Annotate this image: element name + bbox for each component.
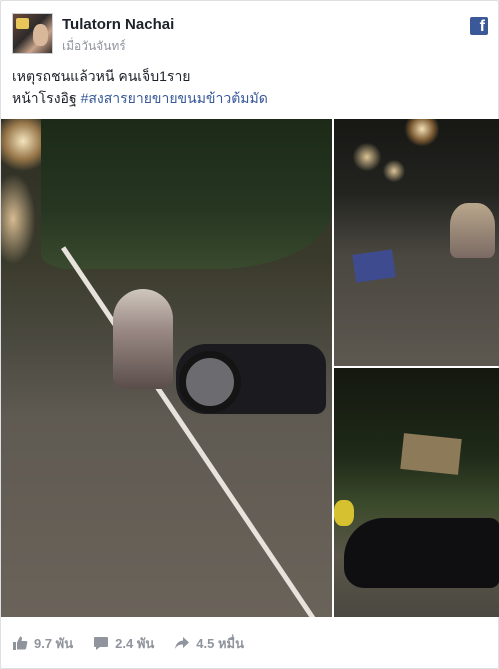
post-timestamp[interactable]: เมื่อวันจันทร์: [62, 37, 126, 56]
post-text: เหตุรถชนแล้วหนี คนเจ็บ1ราย หน้าโรงอิฐ #ส…: [12, 65, 490, 109]
facebook-logo-icon[interactable]: f: [470, 17, 488, 35]
photo-motorcycle-2: [344, 518, 499, 588]
post-card: Tulatorn Nachai เมื่อวันจันทร์ f เหตุรถช…: [0, 0, 499, 669]
hashtag-link[interactable]: #สงสารยายขายขนมข้าวต้มมัด: [81, 90, 268, 106]
post-actions: 9.7 พัน 2.4 พัน 4.5 หมื่น: [1, 617, 498, 669]
comment-action[interactable]: 2.4 พัน: [93, 633, 154, 654]
comment-bubble-icon: [94, 637, 109, 650]
photo-grid: [1, 119, 499, 617]
share-action[interactable]: 4.5 หมื่น: [174, 633, 244, 654]
photo-trees: [41, 119, 332, 269]
author-name[interactable]: Tulatorn Nachai: [62, 16, 174, 33]
post-text-prefix: หน้าโรงอิฐ: [12, 90, 81, 106]
profile-avatar[interactable]: [12, 13, 53, 54]
comment-count: 2.4 พัน: [115, 635, 155, 651]
share-arrow-icon: [175, 637, 190, 649]
photo-basket: [352, 249, 396, 283]
photo-people: [450, 203, 495, 258]
photo-cart: [400, 433, 462, 475]
post-text-line-2: หน้าโรงอิฐ #สงสารยายขายขนมข้าวต้มมัด: [12, 87, 490, 109]
thumbs-up-icon: [13, 636, 28, 650]
photo-road-line: [61, 246, 323, 617]
photo-person: [113, 289, 173, 389]
post-text-line-1: เหตุรถชนแล้วหนี คนเจ็บ1ราย: [12, 68, 191, 84]
photo-main[interactable]: [1, 119, 332, 617]
photo-yellow-object: [334, 500, 354, 526]
like-action[interactable]: 9.7 พัน: [12, 633, 73, 654]
post-header: Tulatorn Nachai เมื่อวันจันทร์ f: [12, 13, 490, 57]
photo-bottom-right[interactable]: [334, 368, 499, 617]
like-count: 9.7 พัน: [34, 635, 74, 651]
share-count: 4.5 หมื่น: [196, 635, 244, 651]
photo-wheel: [179, 351, 241, 413]
photo-top-right[interactable]: [334, 119, 499, 366]
